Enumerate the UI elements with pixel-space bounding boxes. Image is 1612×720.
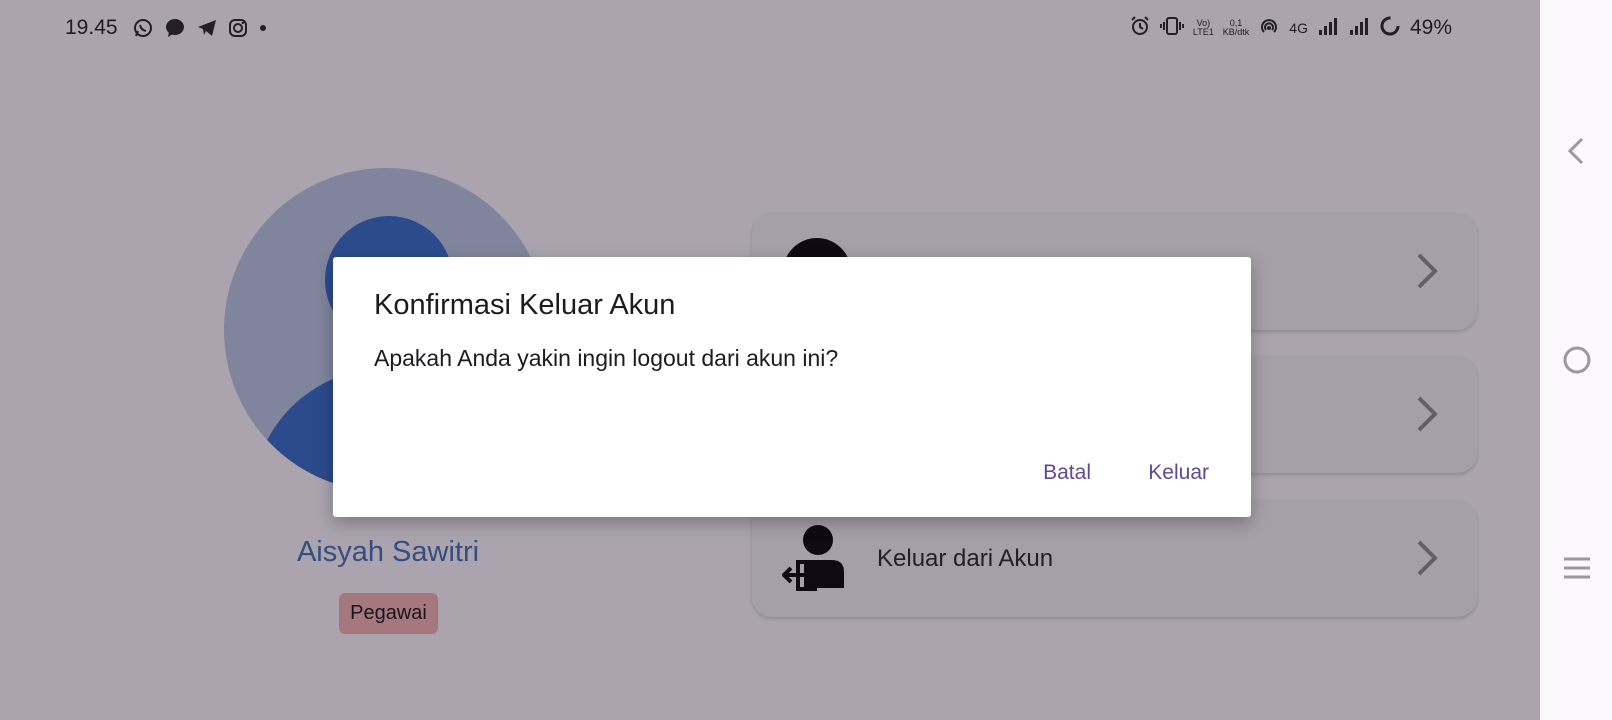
back-icon[interactable] [1560,134,1594,168]
logout-confirm-button[interactable]: Keluar [1136,453,1221,493]
system-navigation-bar [1540,0,1612,720]
logout-confirmation-dialog: Konfirmasi Keluar Akun Apakah Anda yakin… [333,257,1251,517]
dialog-message: Apakah Anda yakin ingin logout dari akun… [374,345,839,371]
home-icon[interactable] [1560,343,1594,377]
dialog-title: Konfirmasi Keluar Akun [374,289,676,321]
recents-icon[interactable] [1560,551,1594,585]
cancel-button[interactable]: Batal [1031,453,1103,493]
app-screen: 19.45 Vo) LTE1 0,1 KB/dtk 4G 49% Aisyah … [0,0,1540,720]
